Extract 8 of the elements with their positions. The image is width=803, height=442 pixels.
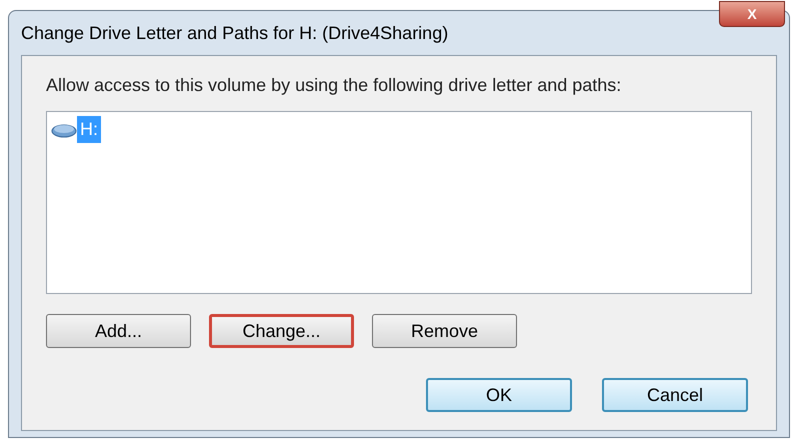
- window-title: Change Drive Letter and Paths for H: (Drive4Sharing): [21, 22, 448, 45]
- dialog-button[interactable]: OK: [426, 378, 572, 412]
- instruction-text: Allow access to this volume by using the following drive letter and paths:: [46, 74, 622, 97]
- dialog-button[interactable]: Change...: [209, 314, 354, 348]
- dialog-button[interactable]: Cancel: [602, 378, 748, 412]
- dialog-button[interactable]: Add...: [46, 314, 191, 348]
- dialog-button[interactable]: Remove: [372, 314, 517, 348]
- drive-icon: [51, 122, 77, 138]
